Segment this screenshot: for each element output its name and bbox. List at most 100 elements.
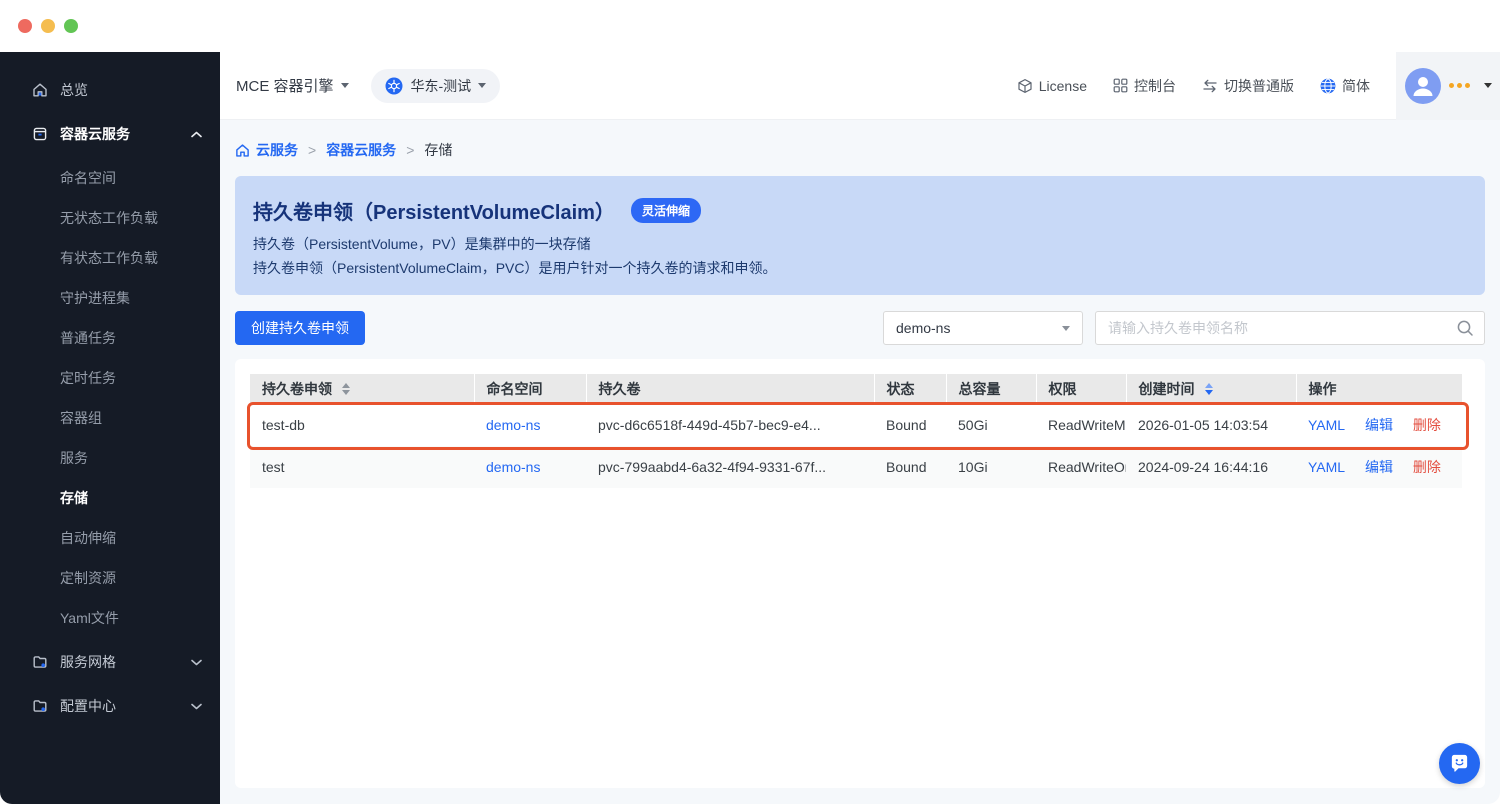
yaml-action[interactable]: YAML (1308, 417, 1345, 433)
sidebar-item-label: 服务 (60, 450, 88, 466)
search-box (1095, 311, 1485, 345)
column-label: 总容量 (958, 381, 1001, 397)
console-grid-icon (1113, 78, 1128, 93)
column-label: 持久卷申领 (262, 381, 332, 397)
column-header-volume: 持久卷 (586, 374, 875, 404)
sort-icon[interactable] (342, 383, 350, 395)
yaml-action[interactable]: YAML (1308, 459, 1345, 475)
pvc-table-panel: 持久卷申领 命名空间 持久卷 状态 总容量 权限 创建时间 操作 test-db… (235, 359, 1485, 788)
language-label: 简体 (1342, 77, 1370, 94)
sidebar-item-yaml-files[interactable]: Yaml文件 (0, 598, 220, 638)
namespace-value: demo-ns (896, 320, 951, 336)
help-chat-button[interactable] (1439, 743, 1480, 784)
window-minimize-button[interactable] (41, 19, 55, 33)
sidebar-group-service-mesh[interactable]: 服务网格 (0, 642, 220, 682)
delete-action[interactable]: 删除 (1413, 459, 1441, 475)
console-label: 控制台 (1134, 77, 1176, 94)
sidebar-group-container-cloud[interactable]: 容器云服务 (0, 114, 220, 154)
column-header-access: 权限 (1036, 374, 1127, 404)
chevron-up-icon (191, 131, 202, 138)
sidebar-item-label: 容器组 (60, 410, 102, 426)
pvc-info-banner: 持久卷申领（PersistentVolumeClaim） 灵活伸缩 持久卷（Pe… (235, 176, 1485, 295)
language-switcher[interactable]: 简体 (1320, 76, 1370, 96)
cluster-name: 华东-测试 (410, 77, 472, 94)
sidebar-item-custom-resources[interactable]: 定制资源 (0, 558, 220, 598)
sidebar-item-overview[interactable]: 总览 (0, 70, 220, 110)
sidebar-item-pods[interactable]: 容器组 (0, 398, 220, 438)
delete-action[interactable]: 删除 (1413, 417, 1441, 433)
window-close-button[interactable] (18, 19, 32, 33)
sidebar-item-label: 定制资源 (60, 570, 116, 586)
column-header-pvc-name[interactable]: 持久卷申领 (250, 374, 475, 404)
console-link[interactable]: 控制台 (1113, 76, 1176, 96)
column-label: 权限 (1048, 381, 1077, 397)
sidebar-item-services[interactable]: 服务 (0, 438, 220, 478)
cluster-selector[interactable]: 华东-测试 (370, 68, 501, 103)
sidebar-item-stateless-workloads[interactable]: 无状态工作负载 (0, 198, 220, 238)
sidebar: 总览 容器云服务 命名空间 无状态工作负载 有状态工作负载 守护进程集 普通任务… (0, 52, 220, 804)
sort-icon-active[interactable] (1204, 383, 1213, 395)
container-service-icon (32, 126, 48, 142)
user-menu[interactable] (1396, 51, 1500, 120)
column-label: 操作 (1308, 381, 1337, 397)
edit-action[interactable]: 编辑 (1365, 459, 1393, 475)
column-header-created[interactable]: 创建时间 (1126, 374, 1297, 404)
create-pvc-button[interactable]: 创建持久卷申领 (235, 311, 365, 345)
sidebar-item-label: 存储 (60, 490, 88, 506)
search-icon[interactable] (1456, 319, 1474, 337)
namespace-link[interactable]: demo-ns (486, 417, 540, 433)
chevron-down-icon (191, 659, 202, 666)
globe-icon (1320, 78, 1336, 94)
sidebar-item-autoscaling[interactable]: 自动伸缩 (0, 518, 220, 558)
sidebar-item-jobs[interactable]: 普通任务 (0, 318, 220, 358)
sidebar-item-label: Yaml文件 (60, 610, 119, 626)
sidebar-item-label: 普通任务 (60, 330, 116, 346)
product-name: MCE 容器引擎 (236, 78, 334, 95)
breadcrumb-home[interactable]: 云服务 (235, 140, 298, 160)
sidebar-group-config-center[interactable]: 配置中心 (0, 686, 220, 726)
breadcrumb: 云服务 > 容器云服务 > 存储 (235, 140, 1485, 160)
namespace-select[interactable]: demo-ns (883, 311, 1083, 345)
access-mode-cell: ReadWriteM (1048, 417, 1126, 433)
volume-cell: pvc-799aabd4-6a32-4f94-9331-67f... (586, 446, 874, 488)
caret-down-icon (1483, 83, 1492, 88)
created-cell: 2024-09-24 16:44:16 (1126, 446, 1296, 488)
breadcrumb-separator: > (406, 142, 415, 158)
namespace-link[interactable]: demo-ns (486, 459, 540, 475)
search-input[interactable] (1095, 311, 1485, 345)
access-mode-cell: ReadWriteOn (1036, 446, 1126, 488)
page-content: 云服务 > 容器云服务 > 存储 持久卷申领（PersistentVolumeC… (220, 120, 1500, 804)
breadcrumb-separator: > (308, 142, 317, 158)
column-label: 状态 (886, 381, 915, 397)
sidebar-group-label: 配置中心 (60, 698, 116, 714)
sidebar-group-label: 容器云服务 (60, 126, 130, 142)
product-switcher[interactable]: MCE 容器引擎 (236, 75, 349, 96)
sidebar-item-label: 守护进程集 (60, 290, 130, 306)
sidebar-group-label: 服务网格 (60, 654, 116, 670)
app-window: 总览 容器云服务 命名空间 无状态工作负载 有状态工作负载 守护进程集 普通任务… (0, 0, 1500, 804)
license-link[interactable]: License (1017, 78, 1087, 94)
pvc-name-cell: test-db (262, 417, 305, 433)
home-icon (235, 143, 250, 158)
sidebar-item-stateful-workloads[interactable]: 有状态工作负载 (0, 238, 220, 278)
sidebar-item-daemonsets[interactable]: 守护进程集 (0, 278, 220, 318)
breadcrumb-link-cloud[interactable]: 容器云服务 (326, 140, 396, 160)
folder-icon (32, 698, 48, 714)
column-label: 创建时间 (1138, 381, 1195, 397)
sidebar-item-label: 无状态工作负载 (60, 210, 158, 226)
window-zoom-button[interactable] (64, 19, 78, 33)
sidebar-item-label: 有状态工作负载 (60, 250, 158, 266)
sidebar-item-cronjobs[interactable]: 定时任务 (0, 358, 220, 398)
column-label: 命名空间 (486, 381, 543, 397)
sidebar-item-namespaces[interactable]: 命名空间 (0, 158, 220, 198)
sidebar-item-label: 自动伸缩 (60, 530, 116, 546)
switch-version-link[interactable]: 切换普通版 (1202, 76, 1294, 96)
banner-description-line1: 持久卷（PersistentVolume，PV）是集群中的一块存储 (253, 236, 591, 252)
license-icon (1017, 78, 1033, 94)
column-header-capacity: 总容量 (946, 374, 1037, 404)
edit-action[interactable]: 编辑 (1365, 417, 1393, 433)
pvc-table: 持久卷申领 命名空间 持久卷 状态 总容量 权限 创建时间 操作 test-db… (250, 374, 1462, 488)
sidebar-item-storage[interactable]: 存储 (0, 478, 220, 518)
caret-down-icon (340, 83, 349, 88)
table-row-test: test demo-ns pvc-799aabd4-6a32-4f94-9331… (250, 446, 1462, 488)
